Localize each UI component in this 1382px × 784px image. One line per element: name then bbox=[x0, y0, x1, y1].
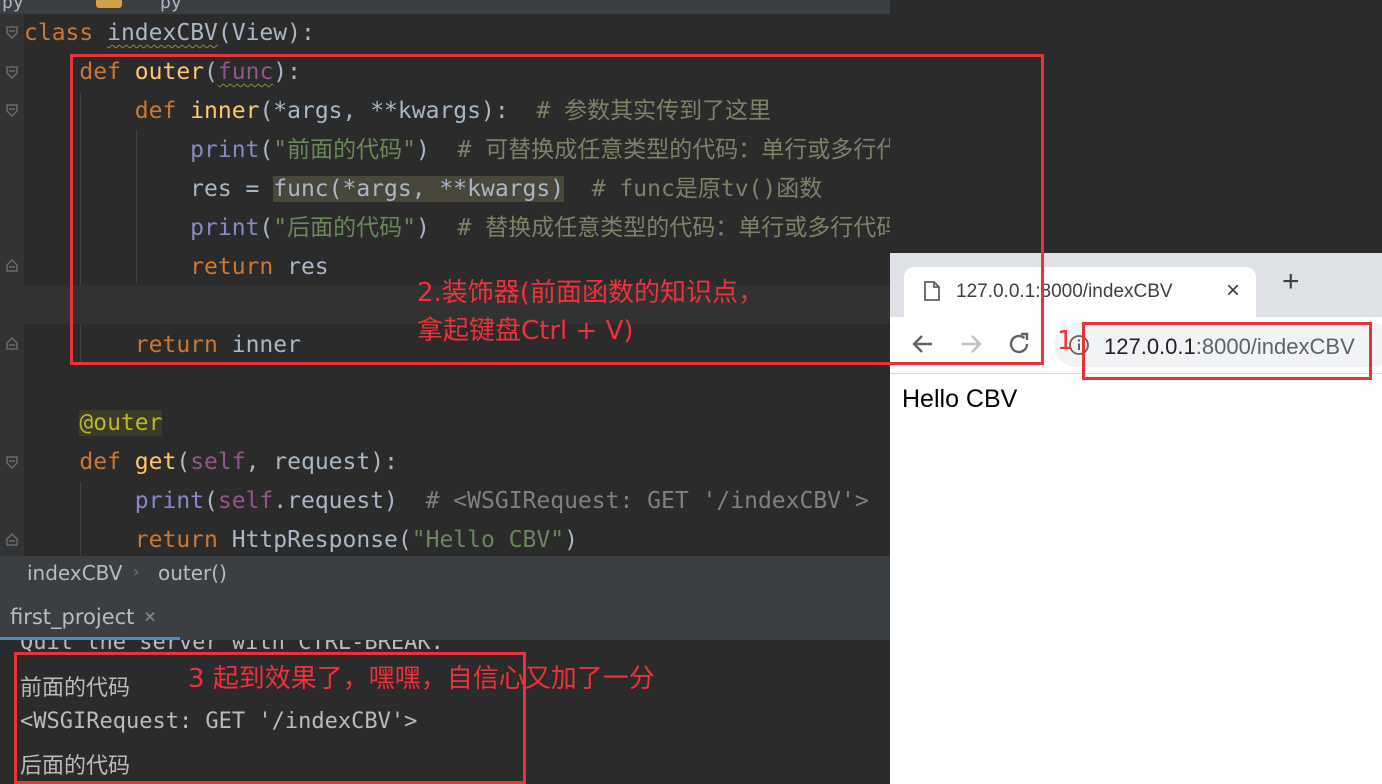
code-line[interactable]: def get(self, request): bbox=[24, 443, 398, 482]
close-icon[interactable]: × bbox=[144, 604, 156, 628]
annotation-note-1: 1 bbox=[1057, 326, 1074, 356]
annotation-box-url bbox=[1082, 322, 1372, 380]
fold-icon[interactable] bbox=[6, 26, 18, 40]
breadcrumb-method[interactable]: outer() bbox=[158, 561, 227, 585]
annotation-note-3: 3 起到效果了，嘿嘿，自信心又加了一分 bbox=[188, 664, 655, 694]
run-tool-window-header: first_project × bbox=[0, 594, 890, 640]
breadcrumb-class[interactable]: indexCBV bbox=[27, 561, 122, 585]
new-tab-button[interactable]: + bbox=[1282, 267, 1300, 297]
editor-tab-fragment[interactable]: py bbox=[160, 0, 182, 13]
python-file-icon bbox=[96, 0, 122, 8]
close-tab-icon[interactable]: × bbox=[1226, 277, 1240, 305]
run-tab-label: first_project bbox=[10, 605, 135, 629]
breadcrumb: indexCBV › outer() bbox=[0, 556, 890, 594]
editor-tab-strip: py py bbox=[0, 0, 890, 14]
fold-end-icon[interactable] bbox=[6, 532, 18, 546]
fold-icon[interactable] bbox=[6, 66, 18, 80]
code-line[interactable]: class indexCBV(View): bbox=[24, 14, 315, 53]
fold-icon[interactable] bbox=[6, 456, 18, 470]
fold-icon[interactable] bbox=[6, 104, 18, 118]
editor-gutter bbox=[0, 14, 24, 556]
page-body-text: Hello CBV bbox=[902, 385, 1018, 413]
code-line[interactable]: print(self.request) # <WSGIRequest: GET … bbox=[24, 482, 869, 521]
run-tab-first-project[interactable]: first_project bbox=[0, 598, 144, 636]
code-line[interactable]: @outer bbox=[24, 404, 163, 443]
fold-end-icon[interactable] bbox=[6, 336, 18, 350]
annotation-note-2: 2.装饰器(前面函数的知识点， 拿起键盘Ctrl + V) bbox=[417, 278, 764, 346]
fold-end-icon[interactable] bbox=[6, 258, 18, 272]
code-line[interactable]: return HttpResponse("Hello CBV") bbox=[24, 521, 578, 556]
breadcrumb-separator-icon: › bbox=[133, 562, 140, 581]
editor-tab-fragment[interactable]: py bbox=[2, 0, 24, 13]
